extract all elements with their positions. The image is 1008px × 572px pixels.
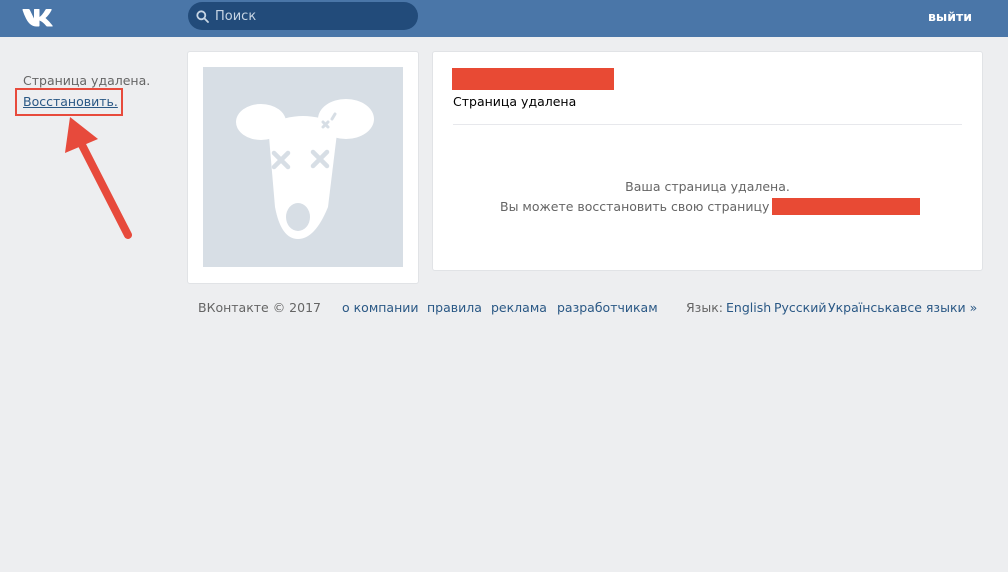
footer-copyright: ВКонтакте © 2017 [198, 300, 321, 315]
sidebar-status-text: Страница удалена. [23, 73, 151, 88]
redacted-date-block [772, 198, 920, 215]
search-icon [196, 10, 209, 23]
vk-logo-icon[interactable] [22, 6, 58, 28]
logout-link[interactable]: выйти [928, 9, 972, 24]
search-box[interactable] [188, 2, 418, 30]
deactivated-dog-icon [236, 99, 374, 239]
restore-link[interactable]: Восстановить. [23, 94, 118, 109]
top-navigation-bar: выйти [0, 0, 1008, 37]
footer-language-label: Язык: [686, 300, 723, 315]
footer-link-rules[interactable]: правила [427, 300, 482, 315]
deactivated-avatar [203, 67, 403, 267]
footer-lang-ukrainian[interactable]: Українська [828, 300, 900, 315]
annotation-arrow-icon [65, 117, 132, 239]
footer-link-about[interactable]: о компании [342, 300, 419, 315]
redacted-name-block [452, 68, 614, 90]
search-input[interactable] [215, 2, 405, 30]
footer: ВКонтакте © 2017 о компании правила рекл… [198, 300, 983, 318]
footer-link-developers[interactable]: разработчикам [557, 300, 658, 315]
avatar-card [187, 51, 419, 284]
footer-lang-russian[interactable]: Русский [774, 300, 826, 315]
profile-status-text: Страница удалена [453, 94, 577, 109]
deleted-message: Ваша страница удалена. [625, 179, 790, 194]
profile-card: Страница удалена Ваша страница удалена. … [432, 51, 983, 271]
divider [453, 124, 962, 125]
footer-lang-all[interactable]: все языки » [900, 300, 977, 315]
footer-link-ads[interactable]: реклама [491, 300, 547, 315]
footer-lang-english[interactable]: English [726, 300, 771, 315]
restore-deadline-message: Вы можете восстановить свою страницу до [500, 199, 790, 214]
